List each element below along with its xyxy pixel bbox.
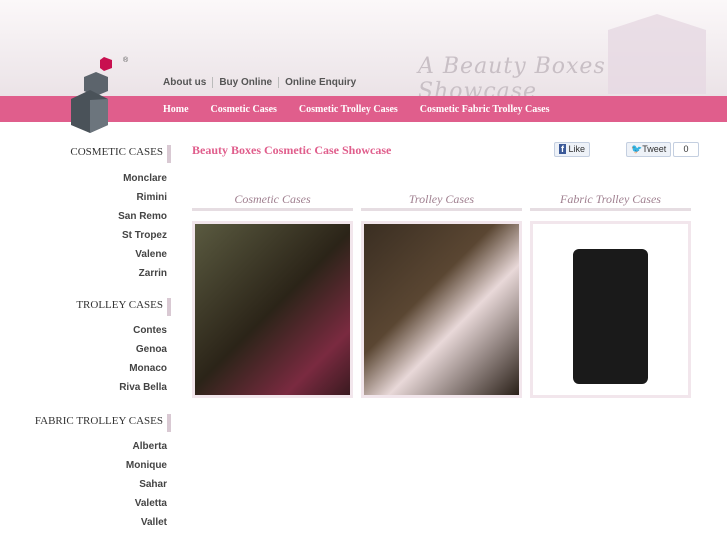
online-enquiry-link[interactable]: Online Enquiry (278, 77, 362, 88)
sidebar-item[interactable]: Sahar (7, 475, 167, 494)
nav-cosmetic-trolley-cases[interactable]: Cosmetic Trolley Cases (299, 104, 398, 115)
svg-text:®: ® (123, 56, 129, 64)
sidebar-heading: FABRIC TROLLEY CASES (7, 414, 171, 432)
sidebar-item[interactable]: Rimini (27, 188, 167, 207)
fabric-trolley-case-photo[interactable] (530, 221, 691, 398)
sidebar-item[interactable]: Contes (27, 321, 167, 340)
category-cosmetic-cases[interactable]: Cosmetic Cases (192, 192, 353, 398)
sidebar-item[interactable]: Monaco (27, 359, 167, 378)
column-title[interactable]: Fabric Trolley Cases (530, 192, 691, 211)
sidebar-item[interactable]: St Tropez (27, 226, 167, 245)
category-fabric-trolley-cases[interactable]: Fabric Trolley Cases (530, 192, 691, 398)
buy-online-link[interactable]: Buy Online (212, 77, 278, 88)
sidebar-item[interactable]: Valene (27, 245, 167, 264)
sidebar-heading: TROLLEY CASES (27, 298, 171, 316)
sidebar-item[interactable]: Monique (7, 456, 167, 475)
sidebar-heading: COSMETIC CASES (27, 145, 171, 163)
about-us-link[interactable]: About us (163, 77, 212, 88)
category-trolley-cases[interactable]: Trolley Cases (361, 192, 522, 398)
sidebar-item[interactable]: Monclare (27, 169, 167, 188)
sidebar-item[interactable]: San Remo (27, 207, 167, 226)
page-title: Beauty Boxes Cosmetic Case Showcase (192, 143, 392, 157)
like-label: Like (568, 144, 586, 154)
facebook-like-button[interactable]: f Like (554, 142, 591, 157)
nav-cosmetic-cases[interactable]: Cosmetic Cases (211, 104, 277, 115)
top-links: About us Buy Online Online Enquiry (163, 77, 362, 88)
sidebar-item[interactable]: Riva Bella (27, 378, 167, 397)
twitter-bird-icon: 🐦 (631, 144, 643, 154)
column-title[interactable]: Cosmetic Cases (192, 192, 353, 211)
sidebar-item[interactable]: Genoa (27, 340, 167, 359)
nav-cosmetic-fabric-trolley-cases[interactable]: Cosmetic Fabric Trolley Cases (420, 104, 550, 115)
nav-home[interactable]: Home (163, 104, 189, 115)
sidebar-item[interactable]: Alberta (7, 437, 167, 456)
column-title[interactable]: Trolley Cases (361, 192, 522, 211)
tweet-count: 0 (673, 142, 699, 157)
sidebar-fabric-trolley-cases: FABRIC TROLLEY CASES Alberta Monique Sah… (7, 414, 171, 532)
sidebar-cosmetic-cases: COSMETIC CASES Monclare Rimini San Remo … (27, 145, 171, 283)
facebook-icon: f (559, 144, 566, 154)
tweet-button[interactable]: 🐦Tweet (626, 142, 672, 157)
logo[interactable]: ® (70, 55, 130, 133)
cosmetic-case-photo[interactable] (192, 221, 353, 398)
sidebar-item[interactable]: Zarrin (27, 264, 167, 283)
tweet-label: Tweet (642, 144, 667, 154)
category-columns: Cosmetic Cases Trolley Cases Fabric Trol… (192, 192, 691, 398)
sidebar-trolley-cases: TROLLEY CASES Contes Genoa Monaco Riva B… (27, 298, 171, 397)
sidebar-item[interactable]: Valetta (7, 494, 167, 513)
trolley-case-photo[interactable] (361, 221, 522, 398)
sidebar-item[interactable]: Vallet (7, 513, 167, 532)
